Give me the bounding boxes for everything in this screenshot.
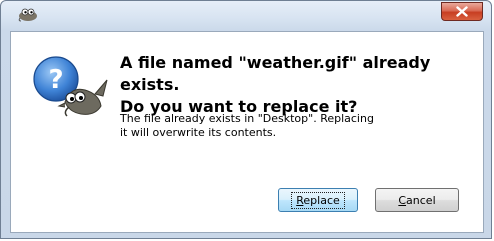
dialog-window: ? A file named "weather.gif" already exi…: [0, 0, 492, 239]
dialog-body: ? A file named "weather.gif" already exi…: [10, 31, 484, 233]
close-button[interactable]: [441, 2, 483, 21]
question-gimp-icon: ?: [33, 56, 108, 117]
title-bar[interactable]: [1, 1, 491, 31]
cancel-button[interactable]: Cancel: [375, 188, 459, 212]
replace-button[interactable]: Replace: [278, 188, 358, 212]
cancel-button-label: Cancel: [398, 194, 435, 207]
replace-label-rest: eplace: [303, 193, 340, 207]
primary-message: A file named "weather.gif" already exist…: [120, 53, 431, 116]
cancel-mnemonic: C: [398, 193, 407, 207]
cancel-label-rest: ancel: [406, 193, 436, 207]
close-icon: [456, 6, 468, 17]
replace-button-label: Replace: [291, 191, 345, 209]
svg-text:?: ?: [48, 65, 63, 95]
secondary-message: The file already exists in "Desktop". Re…: [120, 112, 374, 139]
gimp-app-icon[interactable]: [17, 6, 39, 22]
